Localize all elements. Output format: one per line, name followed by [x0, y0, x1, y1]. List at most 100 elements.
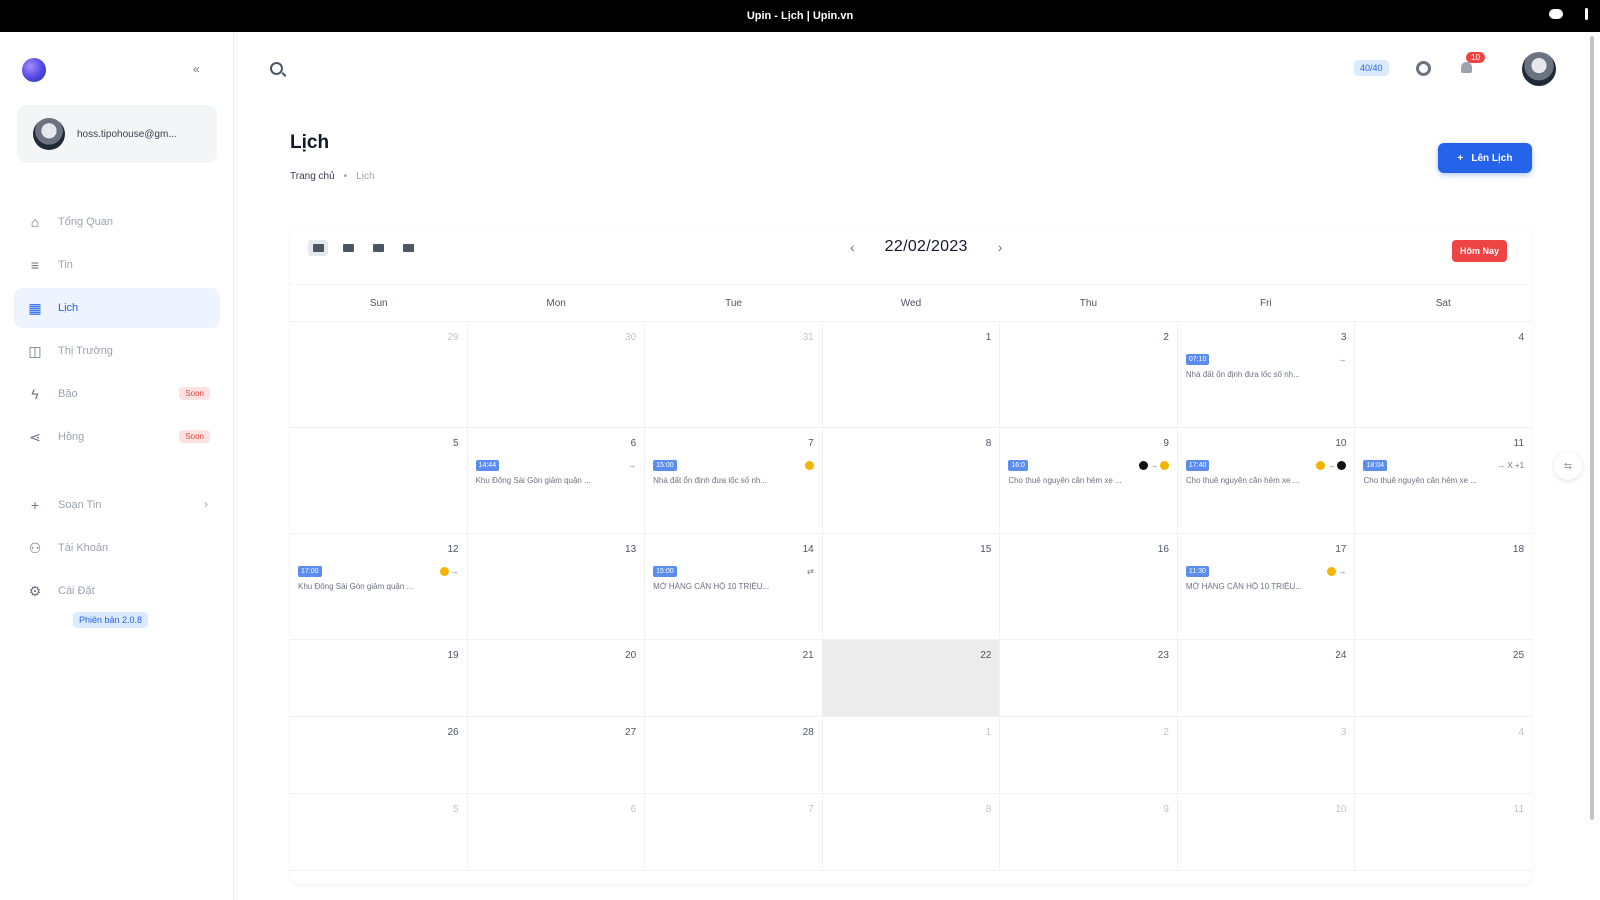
- day-cell[interactable]: 10: [1177, 794, 1356, 871]
- day-number: 10: [1335, 438, 1347, 449]
- day-cell[interactable]: 3 07:10 → Nhà đất ổn định đưa lốc số nh...: [1177, 322, 1356, 428]
- day-cell-today[interactable]: 22: [822, 640, 1001, 717]
- day-cell[interactable]: 13: [467, 534, 646, 640]
- current-date: 22/02/2023: [884, 238, 968, 255]
- day-cell[interactable]: 2: [1000, 322, 1178, 428]
- app-logo[interactable]: [22, 58, 46, 82]
- day-cell[interactable]: 1: [822, 717, 1001, 794]
- day-cell[interactable]: 10 17:40 → Cho thuê nguyên căn hẻm xe ...: [1177, 428, 1356, 534]
- share-icon: ⋖: [29, 428, 41, 445]
- day-cell[interactable]: 26: [290, 717, 468, 794]
- calendar-event[interactable]: 16:0 → Cho thuê nguyên căn hẻm xe ...: [1008, 460, 1169, 485]
- kebab-menu-icon[interactable]: [1585, 8, 1588, 20]
- calendar-event[interactable]: 15:00 Nhà đất ổn định đưa lốc số nh...: [653, 460, 814, 485]
- day-cell[interactable]: 19: [290, 640, 468, 717]
- day-cell[interactable]: 6: [467, 794, 646, 871]
- date-navigation: ‹ 22/02/2023 ›: [850, 238, 1002, 256]
- page-title: Lịch: [290, 132, 330, 153]
- day-cell[interactable]: 12 17:00 → Khu Đông Sài Gòn giảm quận ...: [290, 534, 468, 640]
- calendar-event[interactable]: 15:00 ⇄ MỞ HÀNG CĂN HỘ 10 TRIỆU...: [653, 566, 814, 591]
- day-number: 24: [1335, 650, 1347, 661]
- calendar-event[interactable]: 17:40 → Cho thuê nguyên căn hẻm xe ...: [1185, 460, 1347, 485]
- day-cell[interactable]: 14 15:00 ⇄ MỞ HÀNG CĂN HỘ 10 TRIỆU...: [645, 534, 823, 640]
- day-cell[interactable]: 8: [822, 794, 1001, 871]
- day-view-icon: [372, 244, 384, 252]
- calendar-event[interactable]: 07:10 → Nhà đất ổn định đưa lốc số nh...: [1185, 354, 1347, 379]
- prev-month-icon[interactable]: ‹: [850, 239, 855, 255]
- sidebar-item-2[interactable]: ▦ Lịch: [14, 288, 220, 328]
- day-cell[interactable]: 16: [1000, 534, 1178, 640]
- collapse-sidebar-icon[interactable]: «: [193, 62, 200, 76]
- sidebar-item-6[interactable]: + Soạn Tin ›: [14, 485, 220, 525]
- scrollbar[interactable]: [1590, 36, 1594, 820]
- sidebar-item-0[interactable]: ⌂ Tổng Quan: [14, 202, 220, 242]
- day-cell[interactable]: 27: [467, 717, 646, 794]
- list-view-button[interactable]: [398, 240, 418, 256]
- sidebar-item-3[interactable]: ◫ Thị Trường: [14, 331, 220, 371]
- day-cell[interactable]: 7: [645, 794, 823, 871]
- day-cell[interactable]: 4: [1355, 717, 1533, 794]
- calendar-event[interactable]: 14:44 → Khu Đông Sài Gòn giảm quận ...: [475, 460, 636, 485]
- breadcrumb-home[interactable]: Trang chủ: [290, 171, 335, 182]
- day-number: 4: [1518, 727, 1525, 738]
- day-cell[interactable]: 9 16:0 → Cho thuê nguyên căn hẻm xe ...: [1000, 428, 1178, 534]
- day-cell[interactable]: 15: [822, 534, 1001, 640]
- sidebar-item-4[interactable]: ϟ Bão Soon: [14, 374, 220, 414]
- day-cell[interactable]: 7 15:00 Nhà đất ổn định đưa lốc số nh...: [645, 428, 823, 534]
- calendar-event[interactable]: 18:04 → X +1 Cho thuê nguyên căn hẻm xe ..…: [1363, 460, 1524, 485]
- event-title: Khu Đông Sài Gòn giảm quận ...: [475, 476, 591, 485]
- month-view-button[interactable]: [308, 240, 328, 256]
- day-number: 7: [808, 438, 814, 449]
- avatar-dot-icon: [1316, 461, 1326, 470]
- window-title: Upin - Lịch | Upin.vn: [746, 10, 854, 22]
- day-view-button[interactable]: [368, 240, 388, 256]
- day-cell[interactable]: 8: [822, 428, 1001, 534]
- day-cell[interactable]: 2: [1000, 717, 1178, 794]
- day-cell[interactable]: 9: [1000, 794, 1178, 871]
- day-cell[interactable]: 4: [1355, 322, 1533, 428]
- sidebar-item-label: Tin: [58, 259, 73, 271]
- day-cell[interactable]: 6 14:44 → Khu Đông Sài Gòn giảm quận ...: [467, 428, 646, 534]
- float-toggle-icon[interactable]: ⇆: [1554, 452, 1582, 480]
- day-cell[interactable]: 28: [645, 717, 823, 794]
- cloud-icon[interactable]: [1549, 9, 1563, 19]
- calendar-event[interactable]: 11:30 → MỞ HÀNG CĂN HỘ 10 TRIỆU...: [1185, 566, 1346, 591]
- day-number: 28: [802, 727, 814, 738]
- day-cell[interactable]: 29: [290, 322, 468, 428]
- day-cell[interactable]: 25: [1355, 640, 1533, 717]
- day-cell[interactable]: 5: [290, 794, 468, 871]
- create-schedule-button[interactable]: + Lên Lịch: [1438, 143, 1532, 173]
- today-button[interactable]: Hôm Nay: [1452, 240, 1508, 262]
- sidebar-item-8[interactable]: ⚙ Cài Đặt: [14, 571, 220, 611]
- day-cell[interactable]: 31: [645, 322, 823, 428]
- day-cell[interactable]: 11 18:04 → X +1 Cho thuê nguyên căn hẻm xe …: [1355, 428, 1533, 534]
- day-cell[interactable]: 21: [645, 640, 823, 717]
- credit-badge[interactable]: 40/40: [1354, 60, 1389, 76]
- create-schedule-label: Lên Lịch: [1471, 152, 1513, 164]
- day-number: 11: [1513, 438, 1525, 449]
- event-title: MỞ HÀNG CĂN HỘ 10 TRIỆU...: [1185, 582, 1302, 591]
- day-cell[interactable]: 23: [1000, 640, 1178, 717]
- week-view-button[interactable]: [338, 240, 358, 256]
- day-number: 4: [1518, 332, 1525, 343]
- user-avatar[interactable]: [1522, 52, 1556, 86]
- day-cell[interactable]: 3: [1177, 717, 1356, 794]
- account-card[interactable]: hoss.tipohouse@gm...: [17, 105, 217, 163]
- day-cell[interactable]: 17 11:30 → MỞ HÀNG CĂN HỘ 10 TRIỆU...: [1177, 534, 1356, 640]
- next-month-icon[interactable]: ›: [998, 239, 1003, 255]
- day-cell[interactable]: 18: [1355, 534, 1533, 640]
- day-cell[interactable]: 1: [822, 322, 1001, 428]
- calendar-event[interactable]: 17:00 → Khu Đông Sài Gòn giảm quận ...: [298, 566, 459, 591]
- sidebar-item-1[interactable]: ≡ Tin: [14, 245, 220, 285]
- search-icon[interactable]: [270, 62, 283, 75]
- weekday-label: Sun: [369, 298, 388, 309]
- day-cell[interactable]: 30: [467, 322, 646, 428]
- settings-icon[interactable]: [1416, 61, 1431, 76]
- event-status-icons: →: [1338, 355, 1347, 364]
- sidebar-item-5[interactable]: ⋖ Hồng Soon: [14, 417, 220, 457]
- day-cell[interactable]: 20: [467, 640, 646, 717]
- sidebar-item-7[interactable]: ⚇ Tài Khoản: [14, 528, 220, 568]
- day-cell[interactable]: 24: [1177, 640, 1356, 717]
- day-cell[interactable]: 5: [290, 428, 468, 534]
- day-cell[interactable]: 11: [1355, 794, 1533, 871]
